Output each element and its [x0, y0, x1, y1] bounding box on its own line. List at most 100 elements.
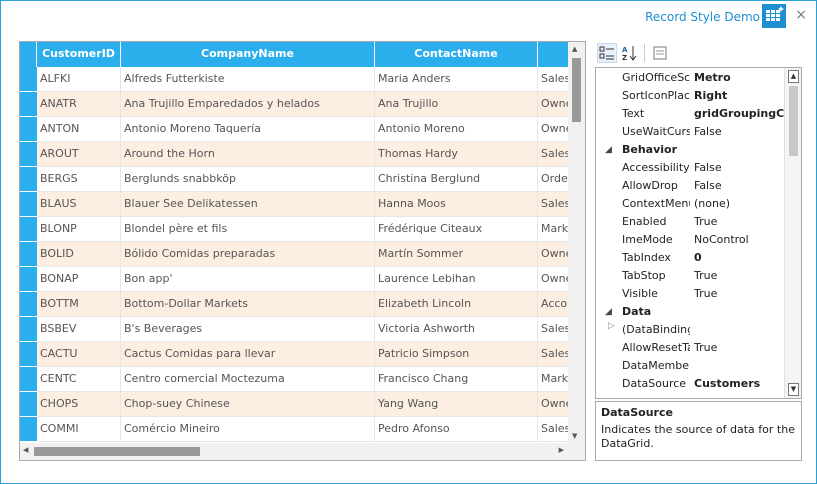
property-row[interactable]: DataSource Customers: [596, 375, 785, 393]
cell-contactname[interactable]: Hanna Moos: [375, 192, 538, 216]
property-scroll-up-icon[interactable]: ▲: [788, 70, 799, 83]
cell-contactname[interactable]: Pedro Afonso: [375, 417, 538, 441]
cell-companyname[interactable]: Blauer See Delikatessen: [121, 192, 375, 216]
property-row[interactable]: AllowResetTa True: [596, 339, 785, 357]
cell-customerid[interactable]: ANTON: [37, 117, 121, 141]
row-header[interactable]: [20, 242, 37, 267]
property-row[interactable]: SortIconPlace Right: [596, 87, 785, 105]
table-row[interactable]: AROUT Around the Horn Thomas Hardy Sales: [20, 142, 578, 167]
table-row[interactable]: CHOPS Chop-suey Chinese Yang Wang Owne: [20, 392, 578, 417]
table-row[interactable]: BOTTM Bottom-Dollar Markets Elizabeth Linc…: [20, 292, 578, 317]
property-value[interactable]: gridGroupingCon: [694, 105, 785, 123]
table-row[interactable]: BLONP Blondel père et fils Frédérique Cite…: [20, 217, 578, 242]
column-header-companyname[interactable]: CompanyName: [121, 42, 375, 67]
cell-customerid[interactable]: COMMI: [37, 417, 121, 441]
cell-contactname[interactable]: Victoria Ashworth: [375, 317, 538, 341]
cell-contactname[interactable]: Antonio Moreno: [375, 117, 538, 141]
row-header[interactable]: [20, 392, 37, 417]
property-value[interactable]: True: [694, 213, 785, 231]
table-row[interactable]: ANATR Ana Trujillo Emparedados y helados A…: [20, 92, 578, 117]
row-header[interactable]: [20, 367, 37, 392]
table-row[interactable]: ANTON Antonio Moreno Taquería Antonio More…: [20, 117, 578, 142]
cell-contactname[interactable]: Ana Trujillo: [375, 92, 538, 116]
property-row[interactable]: Visible True: [596, 285, 785, 303]
cell-companyname[interactable]: Chop-suey Chinese: [121, 392, 375, 416]
row-header[interactable]: [20, 267, 37, 292]
property-row[interactable]: TabIndex 0: [596, 249, 785, 267]
expand-icon[interactable]: ▷: [608, 321, 615, 331]
scroll-up-icon[interactable]: ▲: [572, 45, 577, 53]
scroll-left-icon[interactable]: ◀: [23, 446, 28, 454]
property-row[interactable]: ▷ (DataBindings: [596, 321, 785, 339]
table-row[interactable]: CACTU Cactus Comidas para llevar Patricio …: [20, 342, 578, 367]
cell-customerid[interactable]: BERGS: [37, 167, 121, 191]
property-value[interactable]: False: [694, 123, 785, 141]
row-header[interactable]: [20, 342, 37, 367]
table-row[interactable]: CENTC Centro comercial Moctezuma Francisco…: [20, 367, 578, 392]
cell-companyname[interactable]: Antonio Moreno Taquería: [121, 117, 375, 141]
property-row[interactable]: Enabled True: [596, 213, 785, 231]
cell-customerid[interactable]: CHOPS: [37, 392, 121, 416]
table-row[interactable]: COMMI Comércio Mineiro Pedro Afonso Sales: [20, 417, 578, 442]
cell-customerid[interactable]: ANATR: [37, 92, 121, 116]
cell-companyname[interactable]: Around the Horn: [121, 142, 375, 166]
table-row[interactable]: BSBEV B's Beverages Victoria Ashworth Sales: [20, 317, 578, 342]
table-row[interactable]: BOLID Bólido Comidas preparadas Martín Som…: [20, 242, 578, 267]
scroll-down-icon[interactable]: ▼: [572, 432, 577, 440]
property-row[interactable]: GridOfficeScr Metro: [596, 69, 785, 87]
cell-customerid[interactable]: BLAUS: [37, 192, 121, 216]
row-header[interactable]: [20, 217, 37, 242]
row-header[interactable]: [20, 117, 37, 142]
cell-contactname[interactable]: Thomas Hardy: [375, 142, 538, 166]
cell-customerid[interactable]: BOLID: [37, 242, 121, 266]
categorized-view-icon[interactable]: [597, 43, 617, 63]
cell-contactname[interactable]: Francisco Chang: [375, 367, 538, 391]
property-value[interactable]: False: [694, 159, 785, 177]
cell-companyname[interactable]: Bottom-Dollar Markets: [121, 292, 375, 316]
cell-companyname[interactable]: Comércio Mineiro: [121, 417, 375, 441]
grid-vertical-scrollbar[interactable]: ▲ ▼: [568, 42, 585, 443]
row-header[interactable]: [20, 417, 37, 442]
cell-customerid[interactable]: AROUT: [37, 142, 121, 166]
property-value[interactable]: True: [694, 339, 785, 357]
cell-contactname[interactable]: Patricio Simpson: [375, 342, 538, 366]
close-icon[interactable]: ×: [795, 7, 807, 23]
property-value[interactable]: False: [694, 177, 785, 195]
cell-companyname[interactable]: Cactus Comidas para llevar: [121, 342, 375, 366]
cell-customerid[interactable]: BONAP: [37, 267, 121, 291]
cell-contactname[interactable]: Frédérique Citeaux: [375, 217, 538, 241]
vertical-scroll-thumb[interactable]: [572, 58, 581, 122]
property-value[interactable]: [694, 321, 785, 339]
property-row[interactable]: ContextMenu (none): [596, 195, 785, 213]
row-header[interactable]: [20, 292, 37, 317]
data-grid[interactable]: CustomerID CompanyName ContactName ALFKI…: [19, 41, 586, 461]
cell-companyname[interactable]: Bon app': [121, 267, 375, 291]
cell-contactname[interactable]: Yang Wang: [375, 392, 538, 416]
cell-customerid[interactable]: CENTC: [37, 367, 121, 391]
cell-customerid[interactable]: BSBEV: [37, 317, 121, 341]
table-row[interactable]: BLAUS Blauer See Delikatessen Hanna Moos Sa…: [20, 192, 578, 217]
property-category[interactable]: ◢ Data: [596, 303, 785, 321]
cell-contactname[interactable]: Martín Sommer: [375, 242, 538, 266]
property-row[interactable]: Text gridGroupingCon: [596, 105, 785, 123]
property-value[interactable]: NoControl: [694, 231, 785, 249]
row-header[interactable]: [20, 167, 37, 192]
property-row[interactable]: DataMember: [596, 357, 785, 375]
cell-contactname[interactable]: Laurence Lebihan: [375, 267, 538, 291]
property-list[interactable]: GridOfficeScr Metro SortIconPlace Right Text…: [595, 67, 802, 399]
cell-contactname[interactable]: Christina Berglund: [375, 167, 538, 191]
horizontal-scroll-thumb[interactable]: [34, 447, 200, 456]
property-value[interactable]: [694, 357, 785, 375]
cell-companyname[interactable]: B's Beverages: [121, 317, 375, 341]
row-header[interactable]: [20, 67, 37, 92]
property-value[interactable]: True: [694, 267, 785, 285]
cell-companyname[interactable]: Bólido Comidas preparadas: [121, 242, 375, 266]
property-list-scrollbar[interactable]: ▲ ▼: [784, 68, 801, 398]
cell-companyname[interactable]: Berglunds snabbköp: [121, 167, 375, 191]
row-header[interactable]: [20, 317, 37, 342]
cell-companyname[interactable]: Blondel père et fils: [121, 217, 375, 241]
row-header[interactable]: [20, 92, 37, 117]
table-row[interactable]: ALFKI Alfreds Futterkiste Maria Anders Sale…: [20, 67, 578, 92]
property-row[interactable]: AccessibilityE False: [596, 159, 785, 177]
scroll-right-icon[interactable]: ▶: [559, 446, 564, 454]
